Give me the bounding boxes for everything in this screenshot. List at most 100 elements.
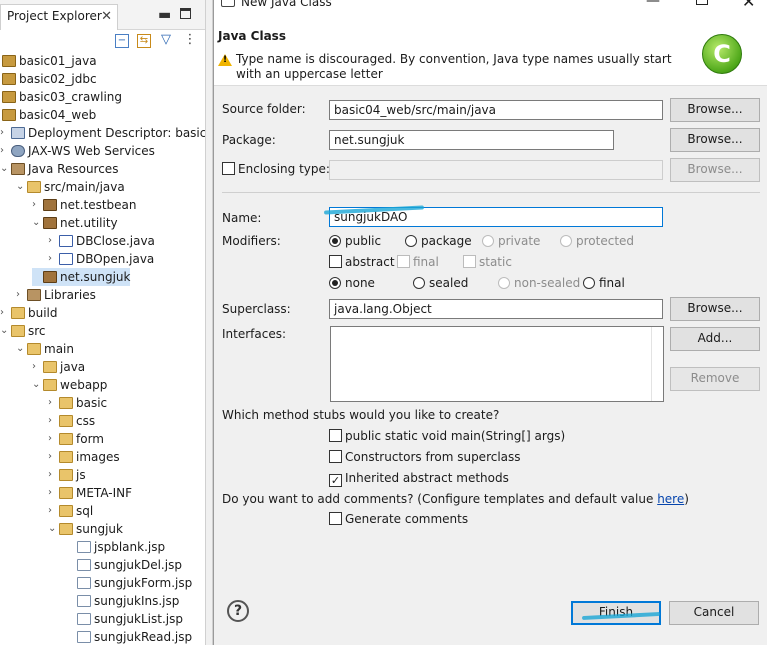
tab-label: Project Explorer xyxy=(7,9,102,23)
tab-project-explorer[interactable]: Project Explorer ✕ xyxy=(0,4,118,30)
scrollbar[interactable] xyxy=(651,327,663,401)
tree-item[interactable]: › form xyxy=(48,430,104,448)
tree-item[interactable]: › DBClose.java xyxy=(48,232,155,250)
superclass-browse-button[interactable]: Browse... xyxy=(670,297,760,321)
chevron-right-icon[interactable]: › xyxy=(48,466,59,484)
modifier-package-radio[interactable]: package xyxy=(405,234,472,248)
tree-item[interactable]: jspblank.jsp xyxy=(66,538,165,556)
configure-templates-link[interactable]: here xyxy=(657,492,684,506)
close-icon[interactable]: ✕ xyxy=(742,0,755,11)
stub-main-checkbox[interactable]: public static void main(String[] args) xyxy=(329,429,565,443)
tree-item[interactable]: › Deployment Descriptor: basic0 xyxy=(0,124,205,142)
generate-comments-checkbox[interactable]: Generate comments xyxy=(329,512,468,526)
tree-item-label: META-INF xyxy=(76,486,133,500)
minimize-icon[interactable]: ▬ xyxy=(158,8,171,22)
chevron-down-icon[interactable]: ⌄ xyxy=(32,214,43,232)
maximize-icon[interactable] xyxy=(180,8,191,19)
source-folder-browse-button[interactable]: Browse... xyxy=(670,98,760,122)
tree-item[interactable]: sungjukIns.jsp xyxy=(66,592,179,610)
view-menu-icon[interactable]: ⋮ xyxy=(183,33,197,48)
chevron-right-icon[interactable]: › xyxy=(48,412,59,430)
filter-icon[interactable]: ▽ xyxy=(159,33,173,48)
add-interface-button[interactable]: Add... xyxy=(670,327,760,351)
chevron-right-icon[interactable]: › xyxy=(48,502,59,520)
cancel-button[interactable]: Cancel xyxy=(669,601,759,625)
gear-icon xyxy=(11,145,25,157)
tree-item[interactable]: › css xyxy=(48,412,95,430)
app-icon xyxy=(221,0,235,7)
chevron-right-icon[interactable]: › xyxy=(48,232,59,250)
radio-label: non-sealed xyxy=(514,276,581,290)
modifier-public-radio[interactable]: public xyxy=(329,234,381,248)
chevron-down-icon[interactable]: ⌄ xyxy=(48,520,59,538)
chevron-right-icon[interactable]: › xyxy=(48,394,59,412)
source-folder-field[interactable]: basic04_web/src/main/java xyxy=(329,100,663,120)
tree-item[interactable]: ⌄ webapp xyxy=(32,376,107,394)
chevron-down-icon[interactable]: ⌄ xyxy=(0,160,11,178)
tree-item[interactable]: net.sungjuk xyxy=(32,268,131,286)
chevron-right-icon[interactable]: › xyxy=(48,250,59,268)
tree-item[interactable]: ⌄ src xyxy=(0,322,46,340)
collapse-all-icon[interactable]: − xyxy=(115,34,129,48)
chevron-right-icon[interactable]: › xyxy=(48,484,59,502)
chevron-right-icon[interactable]: › xyxy=(0,124,11,142)
tree-item[interactable]: › META-INF xyxy=(48,484,132,502)
tree-item[interactable]: sungjukDel.jsp xyxy=(66,556,182,574)
tree-item[interactable]: ⌄ src/main/java xyxy=(16,178,125,196)
tree-item[interactable]: › images xyxy=(48,448,120,466)
tree-item[interactable]: sungjukForm.jsp xyxy=(66,574,192,592)
modifier-final-radio[interactable]: final xyxy=(583,276,625,290)
tree-item[interactable]: ⌄ Java Resources xyxy=(0,160,118,178)
view-splitter[interactable] xyxy=(205,0,213,645)
tree-item[interactable]: sungjukList.jsp xyxy=(66,610,183,628)
tree-item[interactable]: ⌄ net.utility xyxy=(32,214,118,232)
tree-item[interactable]: basic03_crawling xyxy=(2,88,122,106)
chevron-down-icon[interactable]: ⌄ xyxy=(0,322,11,340)
tree-item[interactable]: › sql xyxy=(48,502,93,520)
modifier-sealed-radio[interactable]: sealed xyxy=(413,276,468,290)
tree-item-label: Deployment Descriptor: basic0 xyxy=(28,126,205,140)
stub-inherited-checkbox[interactable]: ✓ Inherited abstract methods xyxy=(329,471,509,487)
modifier-abstract-checkbox[interactable]: abstract xyxy=(329,255,395,269)
help-icon[interactable]: ? xyxy=(227,600,249,622)
chevron-down-icon[interactable]: ⌄ xyxy=(16,178,27,196)
tree-item[interactable]: › JAX-WS Web Services xyxy=(0,142,155,160)
chevron-right-icon[interactable]: › xyxy=(16,286,27,304)
chevron-down-icon[interactable]: ⌄ xyxy=(16,340,27,358)
tree-item[interactable]: basic01_java xyxy=(2,52,97,70)
close-icon[interactable]: ✕ xyxy=(101,9,112,24)
package-browse-button[interactable]: Browse... xyxy=(670,128,760,152)
tree-item[interactable]: basic02_jdbc xyxy=(2,70,97,88)
tree-item[interactable]: › build xyxy=(0,304,58,322)
chevron-right-icon[interactable]: › xyxy=(48,448,59,466)
chevron-right-icon[interactable]: › xyxy=(48,430,59,448)
modifier-none-radio[interactable]: none xyxy=(329,276,375,290)
tree-item[interactable]: › js xyxy=(48,466,86,484)
maximize-icon[interactable] xyxy=(696,0,708,5)
chevron-right-icon[interactable]: › xyxy=(32,358,43,376)
tree-item[interactable]: › net.testbean xyxy=(32,196,137,214)
tree-item[interactable]: › java xyxy=(32,358,85,376)
package-field[interactable]: net.sungjuk xyxy=(329,130,614,150)
tree-item[interactable]: › DBOpen.java xyxy=(48,250,154,268)
chevron-down-icon[interactable]: ⌄ xyxy=(32,376,43,394)
stub-constructors-checkbox[interactable]: Constructors from superclass xyxy=(329,450,521,464)
chevron-right-icon[interactable]: › xyxy=(0,304,11,322)
interfaces-list[interactable] xyxy=(330,326,664,402)
tree-item-label: main xyxy=(44,342,74,356)
minimize-icon[interactable]: — xyxy=(646,0,660,9)
tree-item[interactable]: ⌄ sungjuk xyxy=(48,520,123,538)
tree-item[interactable]: sungjukRead.jsp xyxy=(66,628,192,645)
enclosing-type-checkbox[interactable]: Enclosing type: xyxy=(222,162,330,176)
enclosing-type-browse-button: Browse... xyxy=(670,158,760,182)
tree-item[interactable]: › Libraries xyxy=(16,286,96,304)
chevron-right-icon[interactable]: › xyxy=(0,142,11,160)
chevron-right-icon[interactable]: › xyxy=(32,196,43,214)
link-with-editor-icon[interactable]: ⇆ xyxy=(137,34,151,48)
tree-item[interactable]: ⌄ main xyxy=(16,340,74,358)
tree-item[interactable]: basic04_web xyxy=(2,106,96,124)
radio-dot xyxy=(329,235,341,247)
tree-item[interactable]: › basic xyxy=(48,394,107,412)
superclass-field[interactable]: java.lang.Object xyxy=(329,299,663,319)
tree-item-label: sungjukDel.jsp xyxy=(94,558,182,572)
